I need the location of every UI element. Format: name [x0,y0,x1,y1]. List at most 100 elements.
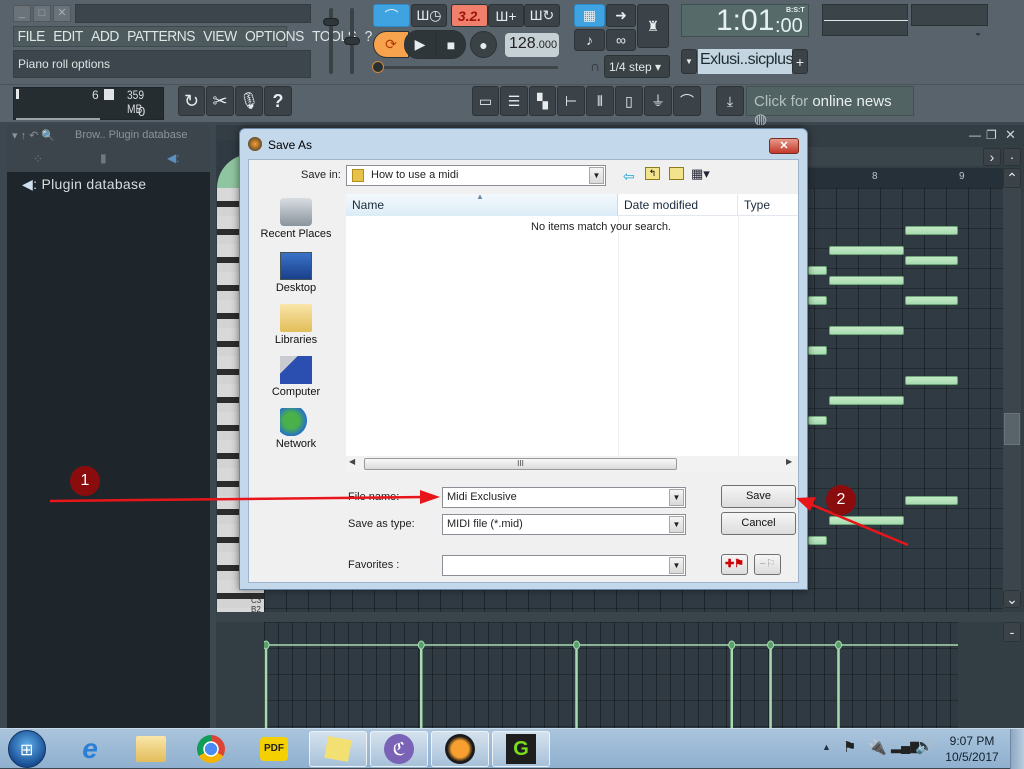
column-date-modified[interactable]: Date modified [618,194,738,216]
chevron-down-icon[interactable]: ▼ [669,489,684,506]
metronome-button[interactable]: ⌒ [373,4,410,27]
link-button[interactable]: ∞ [606,29,636,51]
menu-patterns[interactable]: PATTERNS [127,28,195,45]
record-button[interactable]: ● [470,31,497,58]
timeline-ruler[interactable]: 8 9 [808,168,1003,188]
remove-favorite-button[interactable]: −⚐ [754,554,781,575]
taskbar-fl-studio[interactable] [431,731,489,767]
taskbar-windows-explorer[interactable] [125,731,177,767]
menu-help[interactable]: ? [365,28,373,45]
master-volume-handle[interactable] [323,18,339,26]
undo-button[interactable]: ↻ [178,86,205,116]
taskbar-internet-explorer[interactable]: e [64,731,116,767]
piano-roll-button[interactable]: ▚ [529,86,556,116]
browser-title[interactable]: Brow.. Plugin database [75,129,188,141]
chevron-down-icon[interactable]: ▼ [669,557,684,574]
playlist-button[interactable]: ▭ [472,86,499,116]
action-center-flag-icon[interactable]: ⚑ [843,738,856,756]
scroll-right-button[interactable]: › [983,148,1001,166]
place-computer[interactable]: Computer [249,356,343,398]
power-icon[interactable]: 🔌 [868,738,887,756]
plugin-picker-button[interactable]: ⏚ [644,86,672,116]
file-list[interactable]: Name ▲ Date modified Type No items match … [346,192,798,473]
save-type-dropdown[interactable]: MIDI file (*.mid) ▼ [442,514,686,535]
menu-options[interactable]: OPTIONS [245,28,304,45]
save-in-dropdown[interactable]: How to use a midi ▼ [346,165,606,186]
song-position-handle[interactable] [372,61,384,73]
velocity-handle[interactable] [834,640,842,650]
place-libraries[interactable]: Libraries [249,304,343,346]
menu-edit[interactable]: EDIT [53,28,83,45]
horizontal-scrollbar[interactable]: ◀ III ▶ [346,456,798,473]
snap-selector[interactable]: 1/4 step ▾ [604,55,670,78]
scroll-right-icon[interactable]: ▶ [786,457,792,466]
waveform-icon[interactable]: ⁘ [33,152,43,166]
note[interactable] [808,266,827,275]
note[interactable] [905,296,958,305]
note[interactable] [829,276,904,285]
chevron-down-icon[interactable]: ▼ [589,167,604,184]
taskbar-google-chrome[interactable] [185,731,237,767]
show-desktop-button[interactable] [1010,729,1024,769]
browser-nav-icons[interactable]: ▾ ↑ ↶ 🔍 [12,129,55,142]
place-desktop[interactable]: Desktop [249,252,343,294]
pattern-number-display[interactable]: 3.2. [451,4,488,27]
file-name-field[interactable]: Midi Exclusive ▼ [442,487,686,508]
favorites-dropdown[interactable]: ▼ [442,555,686,576]
loop-record-button[interactable]: Ш↻ [524,4,560,27]
files-icon[interactable]: ▮ [100,151,107,165]
show-hidden-icons[interactable]: ▲ [822,742,831,752]
clock[interactable]: 9:07 PM 10/5/2017 [944,733,1000,765]
note[interactable] [829,396,904,405]
channel-rack-button[interactable]: ☰ [500,86,528,116]
taskbar-pdf-reader[interactable]: PDF [248,731,300,767]
horizontal-scrollbar-thumb[interactable]: III [364,458,677,470]
velocity-handle[interactable] [728,640,736,650]
wait-for-input-button[interactable]: Ш◷ [411,4,447,27]
start-button[interactable]: ⊞ [8,730,46,768]
velocity-handle[interactable] [417,640,425,650]
cancel-button[interactable]: Cancel [721,512,796,535]
pattern-menu-button[interactable]: ▼ [681,49,697,74]
close-button[interactable]: ✕ [53,5,71,22]
play-button[interactable]: ▶ [404,30,436,59]
note[interactable] [905,376,958,385]
menu-view[interactable]: VIEW [203,28,237,45]
note[interactable] [829,516,904,525]
add-pattern-button[interactable]: + [792,49,808,74]
cut-button[interactable]: ✂ [206,86,234,116]
velocity-handle[interactable] [767,640,775,650]
note[interactable] [808,296,827,305]
project-files-button[interactable]: ▯ [615,86,643,116]
taskbar-sticky-notes[interactable] [309,731,367,767]
master-pitch-handle[interactable] [344,37,360,45]
window-minimize-icon[interactable]: — [969,128,981,142]
scroll-left-icon[interactable]: ◀ [349,457,355,466]
place-recent-places[interactable]: Recent Places [249,198,343,240]
note[interactable] [808,536,827,545]
pane-splitter[interactable] [216,612,1024,622]
chevron-down-icon[interactable]: ▼ [669,516,684,533]
note[interactable] [905,226,958,235]
scroll-up-button[interactable]: ⌃ [1003,168,1021,188]
window-close-icon[interactable]: ✕ [1005,127,1016,143]
audio-input-button[interactable]: 🎙 [235,86,263,116]
scroll-down-button[interactable]: ⌄ [1003,590,1021,608]
velocity-handle[interactable] [264,640,270,650]
place-network[interactable]: Network [249,408,343,450]
download-button[interactable]: ⤓ [716,86,744,116]
touch-controller-button[interactable]: ⌒ [673,86,701,116]
vertical-scrollbar[interactable] [1003,188,1021,608]
step-edit-button[interactable]: Ш+ [488,4,524,27]
zoom-button[interactable]: · [1003,148,1021,166]
new-folder-icon[interactable] [669,167,684,180]
help-button[interactable]: ? [264,86,292,116]
stop-button[interactable]: ■ [436,30,466,59]
main-volume-knob-button[interactable]: ♜ [637,4,669,48]
note[interactable] [829,326,904,335]
column-name[interactable]: Name ▲ [346,192,618,216]
time-display[interactable]: 1:01 :00 B:S:T [681,4,809,37]
view-menu-icon[interactable]: ▦▾ [691,166,710,182]
browser-item-plugin-database[interactable]: ◀: Plugin database [22,176,146,193]
browser-button[interactable]: ⊢ [557,86,585,116]
